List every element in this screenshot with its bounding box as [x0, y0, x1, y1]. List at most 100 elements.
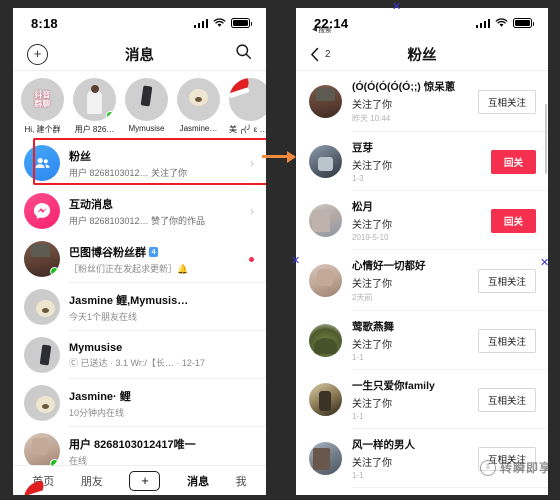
story-item[interactable]: 抖音 群聊 Hi, 建个群 — [21, 78, 64, 135]
message-text: Mymusise Ⓒ 已送达 · 3.1 Wr:/【长… · 12-17 — [69, 342, 254, 369]
story-label: Mymusise — [128, 124, 165, 133]
dog-avatar — [177, 78, 220, 121]
follow-back-button[interactable]: 回关 — [490, 208, 536, 233]
avatar[interactable] — [309, 442, 342, 475]
back-count: 2 — [325, 48, 331, 60]
chevron-left-icon — [311, 47, 319, 61]
tab-friends[interactable]: 朋友 — [81, 473, 103, 489]
follower-row[interactable]: 豆芽 关注了你 1-3 回关 — [296, 132, 548, 191]
shirt-avatar2 — [24, 337, 60, 373]
follower-text: 松月 关注了你 2019-5-10 — [352, 199, 481, 242]
message-subtitle: ［粉丝们正在发起求更新］🔔 — [69, 263, 189, 274]
douyin-group-avatar: 抖音 群聊 — [21, 78, 64, 121]
group-photo-avatar — [24, 241, 60, 277]
status-indicators — [475, 18, 535, 28]
left-nav-bar: + 消息 — [13, 38, 266, 71]
back-button[interactable]: 2 — [310, 47, 331, 62]
story-item[interactable]: 用户 826… — [73, 78, 116, 135]
follow-back-button[interactable]: 回关 — [490, 149, 536, 174]
mutual-follow-button[interactable]: 互相关注 — [477, 89, 536, 114]
message-row-interaction[interactable]: 互动消息 用户 8268103012… 赞了你的作品 › — [13, 187, 266, 235]
message-text: 用户 8268103012417唯一 在线 — [69, 436, 254, 467]
mutual-follow-button[interactable]: 互相关注 — [477, 328, 536, 353]
message-subtitle: 用户 8268103012… 赞了你的作品 — [69, 215, 206, 226]
follower-row[interactable]: 反派角色 关注了你 互相关注 — [296, 488, 548, 495]
message-row-group[interactable]: 巴图博谷粉丝群 4 ［粉丝们正在发起求更新］🔔 — [13, 235, 266, 283]
follower-list: (Ó(Ó(Ó(Ó(Ó;;) 惊呆蔥 关注了你 昨天 10:44 互相关注 豆芽 … — [296, 71, 548, 495]
story-item[interactable]: 美 ╭(╯ ε ╰)╮ 利 — [229, 78, 266, 135]
follower-name: 风一样的男人 — [352, 439, 415, 451]
wechat-icon: ʬ — [479, 459, 496, 476]
return-to-app-link[interactable]: ◀ 搜索 — [312, 24, 332, 34]
avatar[interactable] — [309, 85, 342, 118]
story-avatar-row[interactable]: 抖音 群聊 Hi, 建个群 用户 826… Mymusise Jasmine… — [13, 71, 266, 139]
follower-time: 1-1 — [352, 412, 364, 421]
left-status-bar: 8:18 — [13, 8, 266, 38]
back-app-label: 搜索 — [318, 27, 332, 34]
avatar[interactable] — [309, 204, 342, 237]
plus-circle-icon[interactable]: + — [27, 43, 48, 65]
follower-time: 2019-5-10 — [352, 233, 389, 242]
message-text: 巴图博谷粉丝群 4 ［粉丝们正在发起求更新］🔔 — [69, 244, 240, 275]
dog-avatar2 — [24, 385, 60, 421]
scrollbar[interactable] — [544, 104, 547, 174]
battery-icon — [231, 18, 253, 28]
person-avatar — [73, 78, 116, 121]
follower-action: 关注了你 — [352, 399, 392, 410]
status-clock: 8:18 — [31, 15, 58, 31]
mutual-follow-button[interactable]: 互相关注 — [477, 268, 536, 293]
blurred-avatar — [24, 433, 60, 469]
avatar[interactable] — [309, 324, 342, 357]
fans-group-icon — [24, 145, 60, 181]
mutual-follow-button[interactable]: 互相关注 — [477, 387, 536, 412]
santa-avatar — [229, 78, 266, 121]
tab-messages[interactable]: 消息 — [187, 473, 209, 489]
x-mark-annotation: ✕ — [392, 1, 402, 13]
right-phone-screen: 22:14 ◀ 搜索 2 粉丝 (Ó(Ó(Ó(Ó(Ó;;) 惊呆蔥 关注了你 昨… — [296, 8, 548, 495]
message-row-fans[interactable]: 粉丝 用户 8268103012… 关注了你 › — [13, 139, 266, 187]
message-text: Jasmine 鲤,Mymusis… 今天1个朋友在线 — [69, 292, 254, 323]
douyin-label-line2: 群聊 — [34, 99, 51, 108]
follower-row[interactable]: 莺歌燕舞 关注了你 1-1 互相关注 — [296, 311, 548, 370]
message-text: 互动消息 用户 8268103012… 赞了你的作品 — [69, 196, 241, 227]
avatar[interactable] — [309, 145, 342, 178]
story-label: 用户 826… — [74, 125, 115, 134]
x-mark-annotation: ✕ — [291, 255, 301, 267]
message-row[interactable]: Jasmine 鲤,Mymusis… 今天1个朋友在线 — [13, 283, 266, 331]
interaction-icon — [24, 193, 60, 229]
follower-name: 豆芽 — [352, 142, 373, 154]
bottom-tab-bar[interactable]: 首页 朋友 + 消息 我 — [13, 465, 266, 495]
screenshot-stage: 8:18 + 消息 抖音 群聊 Hi, 建个群 用户 826… Mymusise… — [0, 0, 560, 500]
story-item[interactable]: Jasmine… — [177, 78, 220, 135]
story-label: Hi, 建个群 — [24, 125, 61, 134]
follower-row[interactable]: 心情好一切都好 关注了你 2天前 互相关注 — [296, 250, 548, 311]
follower-name: 心情好一切都好 — [352, 260, 426, 272]
follower-row[interactable]: (Ó(Ó(Ó(Ó(Ó;;) 惊呆蔥 关注了你 昨天 10:44 互相关注 — [296, 71, 548, 132]
douyin-label-line1: 抖音 — [34, 90, 51, 100]
search-icon[interactable] — [235, 43, 252, 65]
message-row[interactable]: Mymusise Ⓒ 已送达 · 3.1 Wr:/【长… · 12-17 — [13, 331, 266, 379]
avatar[interactable] — [309, 383, 342, 416]
message-subtitle: Ⓒ 已送达 · 3.1 Wr:/【长… · 12-17 — [69, 357, 205, 368]
follower-action: 关注了你 — [352, 220, 392, 231]
message-text: Jasmine· 鲤 10分钟内在线 — [69, 388, 254, 419]
message-row[interactable]: Jasmine· 鲤 10分钟内在线 — [13, 379, 266, 427]
follower-name: (Ó(Ó(Ó(Ó(Ó;;) 惊呆蔥 — [352, 81, 456, 93]
follower-time: 1-1 — [352, 471, 364, 480]
follower-text: (Ó(Ó(Ó(Ó(Ó;;) 惊呆蔥 关注了你 昨天 10:44 — [352, 79, 468, 124]
avatar[interactable] — [309, 264, 342, 297]
story-item[interactable]: Mymusise — [125, 78, 168, 135]
x-mark-annotation: ✕ — [540, 257, 550, 269]
follower-action: 关注了你 — [352, 100, 392, 111]
tab-me[interactable]: 我 — [236, 473, 247, 489]
tab-create-button[interactable]: + — [129, 470, 161, 491]
signal-bars-icon — [475, 18, 490, 28]
follower-row[interactable]: 一生只爱你family 关注了你 1-1 互相关注 — [296, 370, 548, 429]
follower-row[interactable]: 松月 关注了你 2019-5-10 回关 — [296, 191, 548, 250]
follower-name: 一生只爱你family — [352, 380, 435, 392]
page-title: 粉丝 — [407, 47, 437, 64]
right-status-bar: 22:14 ◀ 搜索 — [296, 8, 548, 38]
online-dot — [106, 111, 115, 120]
right-nav-bar: 2 粉丝 — [296, 38, 548, 71]
message-subtitle: 今天1个朋友在线 — [69, 311, 138, 322]
